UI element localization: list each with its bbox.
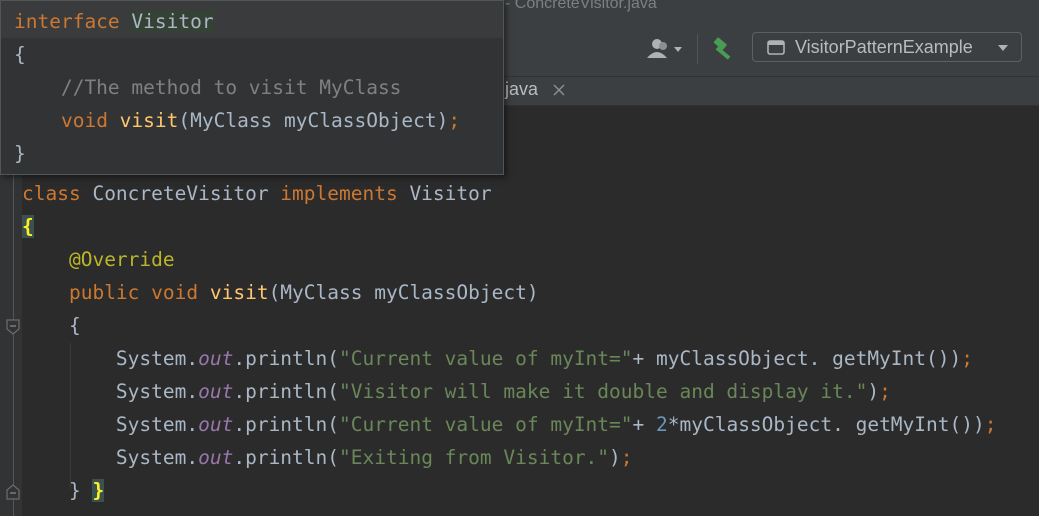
code-token: ) xyxy=(609,446,621,469)
code-token: "Current value of myInt=" xyxy=(339,347,633,370)
code-line: { xyxy=(22,210,34,243)
chevron-down-icon xyxy=(998,45,1008,51)
application-icon xyxy=(767,40,785,55)
run-configuration-selector[interactable]: VisitorPatternExample xyxy=(752,32,1022,62)
code-token: System. xyxy=(22,446,199,469)
code-line: System.out.println("Current value of myI… xyxy=(22,408,997,441)
window-title: - ConcreteVisitor.java xyxy=(505,0,657,12)
code-token: } xyxy=(92,479,105,502)
code-line: //The method to visit MyClass xyxy=(14,71,401,104)
code-token: "Visitor will make it double and display… xyxy=(339,380,868,403)
fold-marker-icon[interactable] xyxy=(5,319,21,335)
code-token: implements xyxy=(280,182,410,205)
code-token: visit xyxy=(119,109,179,132)
code-token: System. xyxy=(22,380,199,403)
code-line: { xyxy=(14,38,26,71)
run-configuration-label: VisitorPatternExample xyxy=(795,37,973,57)
code-token: "Current value of myInt=" xyxy=(339,413,633,436)
code-token: .println( xyxy=(233,413,340,436)
code-token: (MyClass myClassObject) xyxy=(268,281,539,304)
code-line: System.out.println("Visitor will make it… xyxy=(22,375,891,408)
code-token: .println( xyxy=(233,380,340,403)
code-token: out xyxy=(198,413,234,436)
hammer-icon xyxy=(713,37,731,60)
code-token: out xyxy=(198,380,234,403)
code-token: "Exiting from Visitor." xyxy=(339,446,610,469)
editor-tab-label: .java xyxy=(500,79,539,99)
code-token: public xyxy=(68,281,152,304)
code-token: { xyxy=(22,314,81,337)
code-token: Visitor xyxy=(409,182,492,205)
code-token: System. xyxy=(22,347,199,370)
code-token: .println( xyxy=(233,347,340,370)
quick-definition-popup: interface Visitor { //The method to visit… xyxy=(0,0,504,175)
code-token: @Override xyxy=(68,248,175,271)
code-line: } } xyxy=(22,474,105,507)
code-token: ; xyxy=(448,109,461,132)
code-token: { xyxy=(14,43,26,66)
chevron-down-icon xyxy=(674,47,682,52)
user-icon xyxy=(647,39,682,58)
code-token: .println( xyxy=(233,446,340,469)
code-line: public void visit(MyClass myClassObject) xyxy=(22,276,539,309)
code-token: out xyxy=(198,347,234,370)
code-token: + myClassObject. getMyInt()) xyxy=(632,347,962,370)
code-token: { xyxy=(22,215,34,238)
code-token: Visitor xyxy=(131,10,214,33)
code-token: } xyxy=(22,479,93,502)
code-line: class ConcreteVisitor implements Visitor xyxy=(22,177,492,210)
code-token: visit xyxy=(209,281,269,304)
code-token: System. xyxy=(22,413,199,436)
toolbar-divider xyxy=(697,34,698,64)
code-token: } xyxy=(14,142,26,165)
build-button[interactable] xyxy=(710,36,736,62)
close-icon[interactable] xyxy=(552,83,566,97)
code-token: interface xyxy=(14,10,132,33)
code-token: class xyxy=(22,182,93,205)
code-line: } xyxy=(14,137,26,170)
fold-marker-icon[interactable] xyxy=(5,484,21,500)
code-line: System.out.println("Current value of myI… xyxy=(22,342,973,375)
code-token: ; xyxy=(879,380,891,403)
code-token: ; xyxy=(620,446,633,469)
code-token: //The method to visit MyClass xyxy=(14,76,402,99)
code-token: void xyxy=(60,109,120,132)
code-token: out xyxy=(198,446,234,469)
code-line: @Override xyxy=(22,243,175,276)
code-token: ConcreteVisitor xyxy=(92,182,281,205)
code-token: (MyClass myClassObject) xyxy=(178,109,449,132)
code-token: ) xyxy=(867,380,880,403)
code-token: ; xyxy=(961,347,973,370)
code-token: void xyxy=(151,281,210,304)
code-token: ; xyxy=(984,413,997,436)
code-line: void visit(MyClass myClassObject); xyxy=(14,104,460,137)
code-token: 2 xyxy=(656,413,668,436)
user-account-dropdown[interactable] xyxy=(646,38,686,60)
code-line: interface Visitor xyxy=(14,5,214,38)
code-line: System.out.println("Exiting from Visitor… xyxy=(22,441,633,474)
code-line: { xyxy=(22,309,81,342)
code-token: + xyxy=(632,413,656,436)
code-token: *myClassObject. getMyInt()) xyxy=(667,413,985,436)
